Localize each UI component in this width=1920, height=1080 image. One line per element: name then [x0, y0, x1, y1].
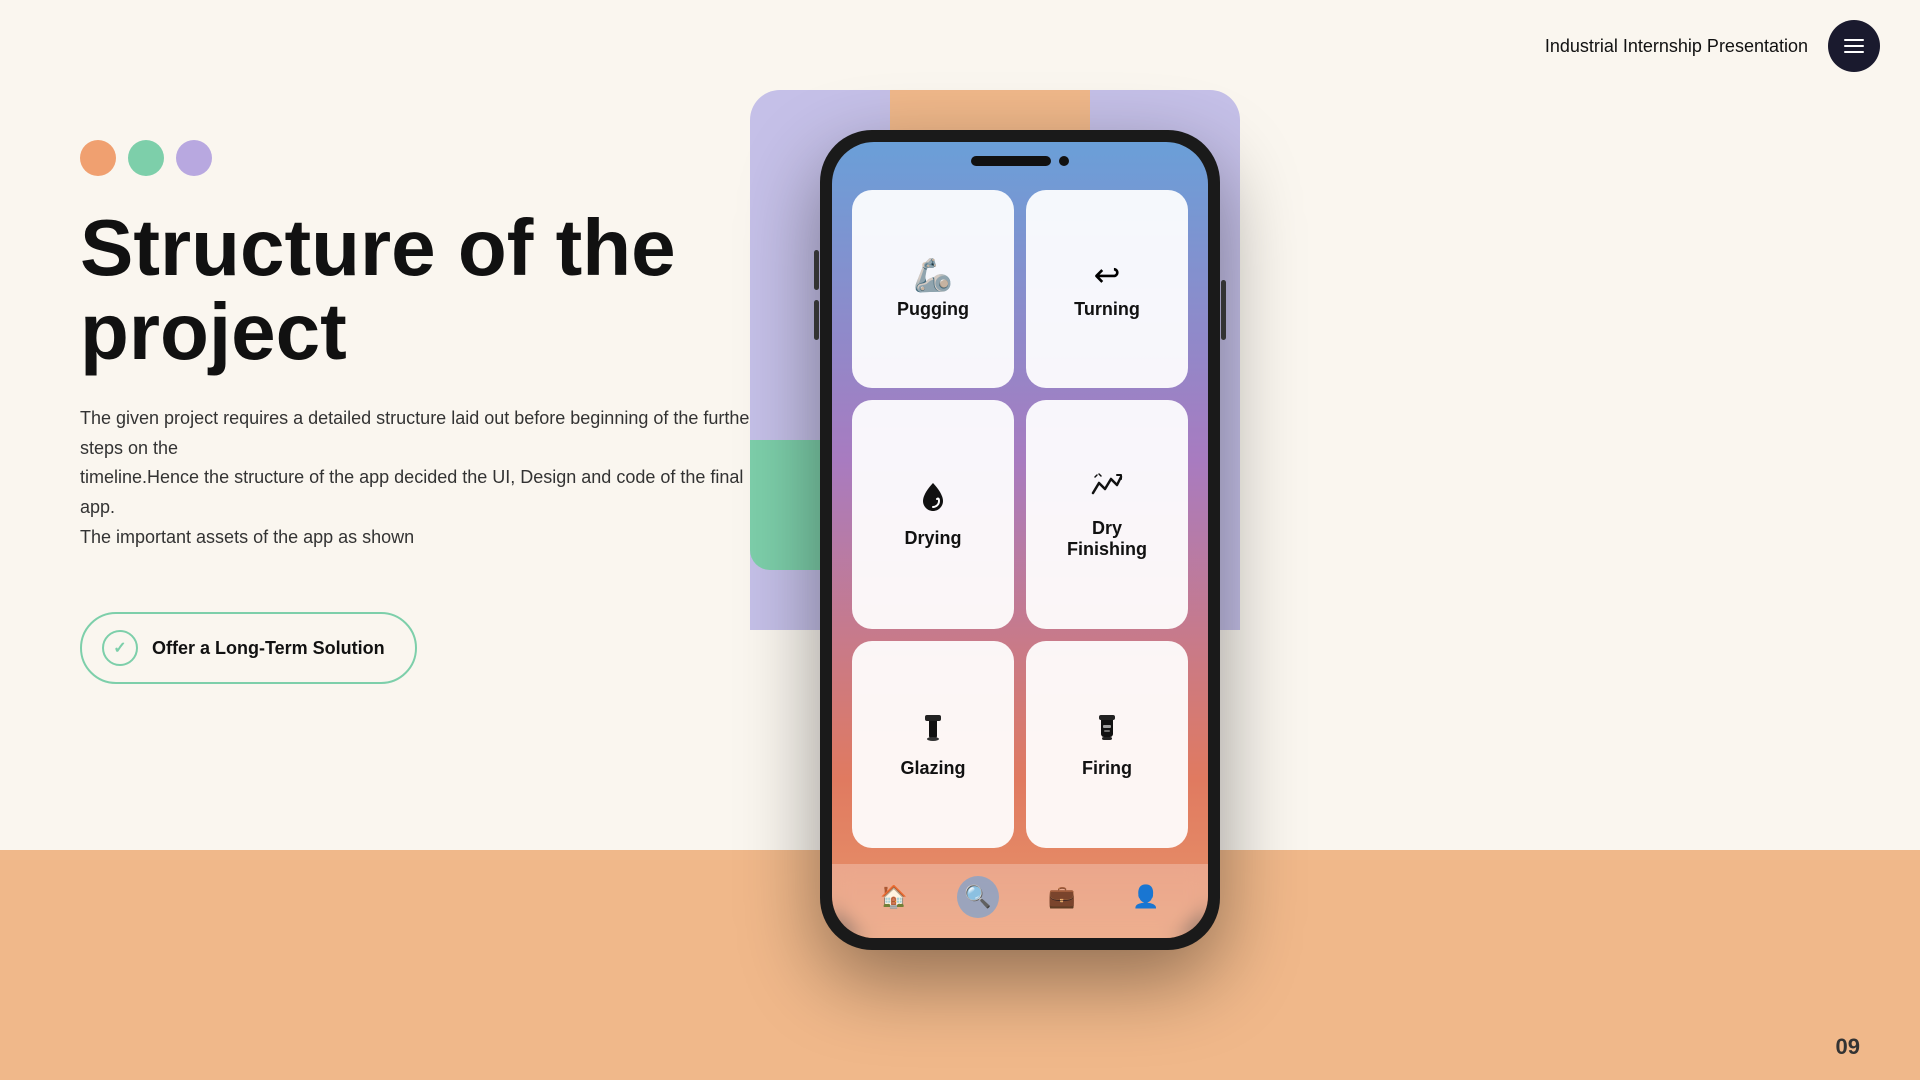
menu-line	[1844, 51, 1864, 53]
dot-purple	[176, 140, 212, 176]
phone-screen: 🦾 Pugging ↩ Turning Drying	[832, 142, 1208, 938]
left-content: Structure of the project The given proje…	[80, 140, 760, 684]
pugging-label: Pugging	[897, 299, 969, 320]
dry-finishing-label: DryFinishing	[1067, 518, 1147, 560]
drying-icon	[915, 479, 951, 520]
page-number: 09	[1836, 1034, 1860, 1060]
nav-search[interactable]: 🔍	[957, 876, 999, 918]
turning-label: Turning	[1074, 299, 1140, 320]
header-title: Industrial Internship Presentation	[1545, 36, 1808, 57]
app-card-dry-finishing[interactable]: DryFinishing	[1026, 400, 1188, 628]
dot-green	[128, 140, 164, 176]
app-card-firing[interactable]: Firing	[1026, 641, 1188, 848]
app-card-pugging[interactable]: 🦾 Pugging	[852, 190, 1014, 388]
menu-line	[1844, 45, 1864, 47]
phone-notch	[832, 142, 1208, 174]
main-title: Structure of the project	[80, 206, 760, 374]
description-text: The given project requires a detailed st…	[80, 404, 760, 552]
notch-dot	[1059, 156, 1069, 166]
app-grid: 🦾 Pugging ↩ Turning Drying	[832, 174, 1208, 864]
firing-icon	[1089, 709, 1125, 750]
vol-btn-1	[814, 250, 819, 290]
bg-mint-shape	[750, 440, 830, 570]
turning-icon: ↩	[1094, 259, 1121, 291]
phone-mockup: 🦾 Pugging ↩ Turning Drying	[820, 130, 1220, 950]
header: Industrial Internship Presentation	[0, 0, 1920, 92]
glazing-label: Glazing	[900, 758, 965, 779]
power-btn	[1221, 280, 1226, 340]
app-card-drying[interactable]: Drying	[852, 400, 1014, 628]
pugging-icon: 🦾	[913, 259, 953, 291]
phone-nav: 🏠 🔍 💼 👤	[832, 864, 1208, 938]
app-card-turning[interactable]: ↩ Turning	[1026, 190, 1188, 388]
menu-button[interactable]	[1828, 20, 1880, 72]
dry-finishing-icon	[1089, 469, 1125, 510]
dots-row	[80, 140, 760, 176]
vol-btn-2	[814, 300, 819, 340]
glazing-icon	[915, 709, 951, 750]
app-card-glazing[interactable]: Glazing	[852, 641, 1014, 848]
drying-label: Drying	[904, 528, 961, 549]
phone-shell: 🦾 Pugging ↩ Turning Drying	[820, 130, 1220, 950]
dot-orange	[80, 140, 116, 176]
cta-label: Offer a Long-Term Solution	[152, 638, 385, 659]
firing-label: Firing	[1082, 758, 1132, 779]
nav-work[interactable]: 💼	[1041, 876, 1083, 918]
menu-line	[1844, 39, 1864, 41]
check-icon: ✓	[102, 630, 138, 666]
nav-home[interactable]: 🏠	[873, 876, 915, 918]
cta-button[interactable]: ✓ Offer a Long-Term Solution	[80, 612, 417, 684]
nav-profile[interactable]: 👤	[1125, 876, 1167, 918]
notch-pill	[971, 156, 1051, 166]
